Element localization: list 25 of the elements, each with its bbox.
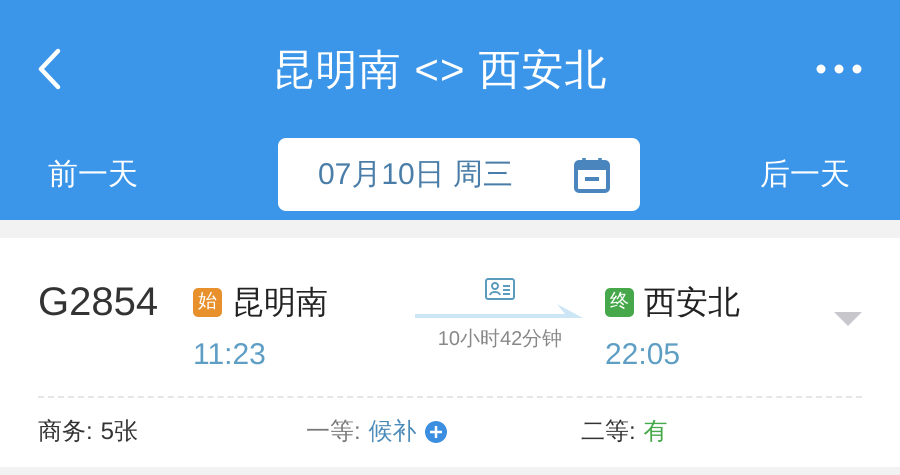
date-picker[interactable]: 07月10日 周三: [278, 138, 640, 211]
seat-class-label: 一等:: [306, 417, 361, 447]
add-icon[interactable]: [424, 421, 447, 443]
expand-button[interactable]: [834, 312, 862, 328]
next-day-button[interactable]: 后一天: [760, 152, 850, 197]
seat-availability: 5张: [100, 417, 138, 447]
seat-class-label: 二等:: [581, 417, 636, 447]
duration-label: 10小时42分钟: [438, 327, 562, 352]
seat-availability: 有: [644, 417, 668, 447]
train-number: G2854: [38, 279, 160, 326]
route-title: 昆明南 <> 西安北: [272, 44, 608, 94]
train-card[interactable]: G2854 始 昆明南 11:23 10小时42分钟 终 西安北 22:05 商务: 5张 一等: 候补 二等: 有: [0, 238, 900, 467]
previous-day-button[interactable]: 前一天: [48, 152, 138, 197]
seat-availability: 候补: [368, 417, 417, 447]
station-name: 西安北: [644, 283, 740, 322]
station-tag: 终: [605, 288, 634, 316]
arrow-icon: [415, 302, 585, 320]
station-name: 昆明南: [232, 283, 328, 322]
time-label: 11:23: [193, 337, 267, 373]
calendar-icon: [574, 156, 610, 194]
id-card-icon: [485, 278, 515, 300]
station-tag: 始: [193, 288, 222, 316]
seat-class-label: 商务:: [38, 417, 93, 447]
more-icon: [816, 64, 862, 74]
time-label: 22:05: [605, 337, 682, 373]
